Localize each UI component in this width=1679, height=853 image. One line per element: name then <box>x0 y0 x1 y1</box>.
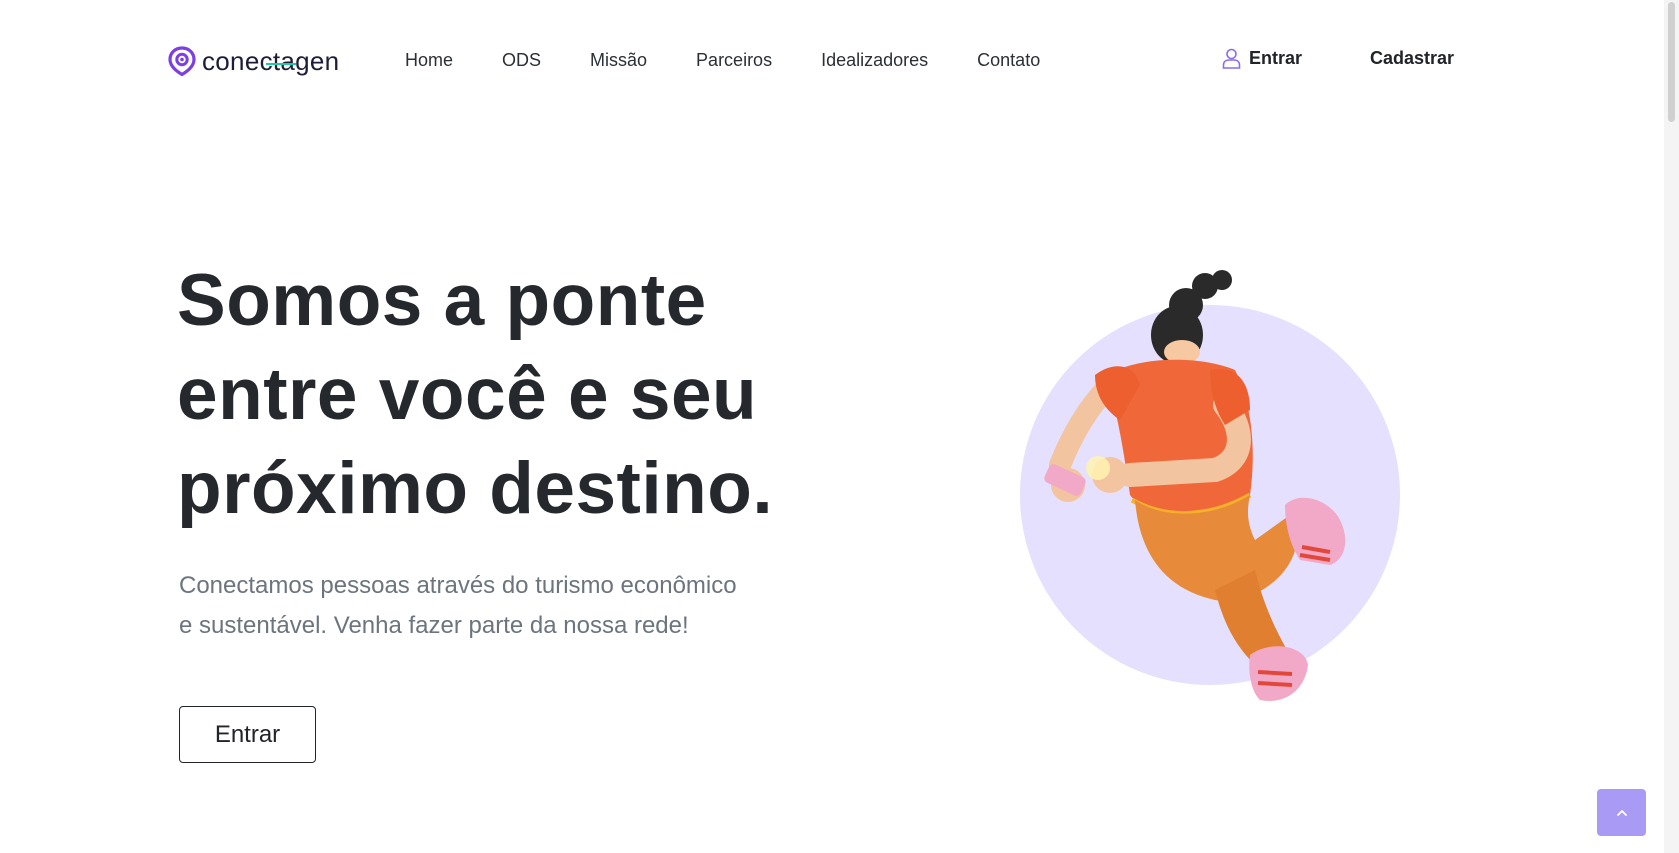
brand-logo[interactable]: conectagen <box>168 44 339 78</box>
hero-title-line: próximo destino. <box>177 448 774 529</box>
back-to-top-button[interactable] <box>1597 789 1646 836</box>
hero-illustration <box>1020 270 1400 701</box>
nav-item-home[interactable]: Home <box>405 48 453 72</box>
hero-title: Somos a ponte entre você e seu próximo d… <box>177 254 897 536</box>
hero-subtitle-line: Conectamos pessoas através do turismo ec… <box>179 572 737 599</box>
hero-login-button[interactable]: Entrar <box>179 706 316 763</box>
hero-title-line: entre você e seu <box>177 354 758 435</box>
user-icon <box>1222 48 1241 69</box>
nav-item-parceiros[interactable]: Parceiros <box>696 48 772 72</box>
brand-accent-line <box>266 63 296 65</box>
page-scrollbar[interactable] <box>1664 0 1679 853</box>
hero-subtitle: Conectamos pessoas através do turismo ec… <box>179 566 859 646</box>
main-nav: Home ODS Missão Parceiros Idealizadores … <box>405 48 1089 72</box>
nav-item-missao[interactable]: Missão <box>590 48 647 72</box>
header-signup-link[interactable]: Cadastrar <box>1370 48 1454 69</box>
header-login-link[interactable]: Entrar <box>1222 48 1302 69</box>
nav-item-contato[interactable]: Contato <box>977 48 1040 72</box>
location-pin-icon <box>168 46 196 76</box>
hero-subtitle-line: e sustentável. Venha fazer parte da noss… <box>179 612 689 639</box>
site-header: conectagen Home ODS Missão Parceiros Ide… <box>0 0 1664 120</box>
scrollbar-thumb[interactable] <box>1668 2 1675 122</box>
header-login-label: Entrar <box>1249 48 1303 68</box>
nav-item-idealizadores[interactable]: Idealizadores <box>821 48 928 72</box>
nav-item-ods[interactable]: ODS <box>502 48 541 72</box>
brand-name: conectagen <box>202 45 340 76</box>
chevron-up-icon <box>1616 809 1627 816</box>
hero-title-line: Somos a ponte <box>177 260 707 341</box>
